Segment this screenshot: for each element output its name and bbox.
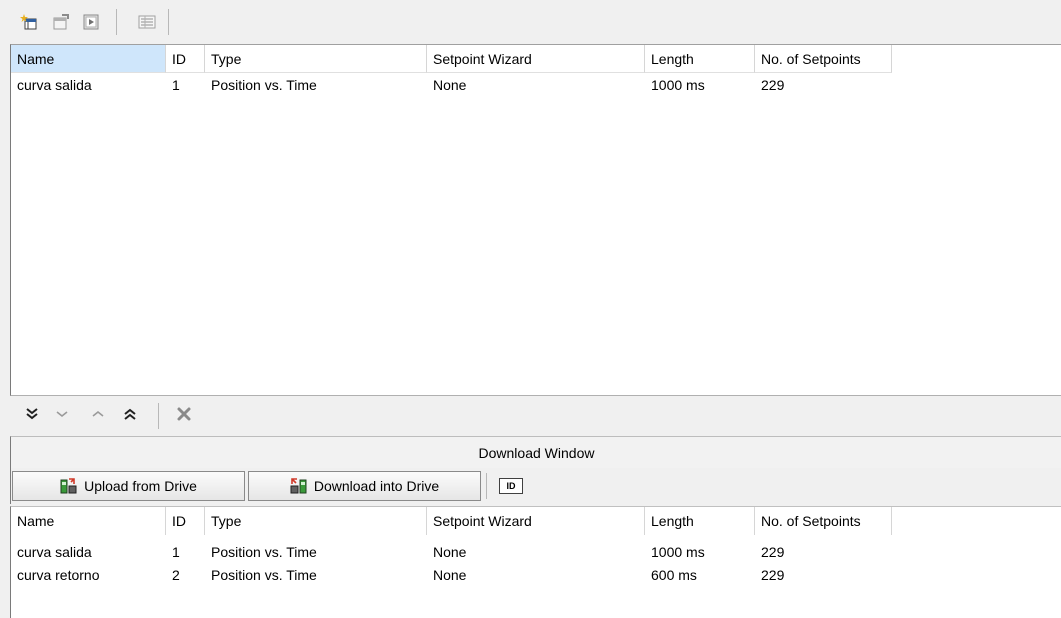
download-toolbar: Upload from Drive Download into Drive ID <box>10 468 1061 504</box>
table-header: Name ID Type Setpoint Wizard Length No. … <box>11 507 1061 535</box>
column-header-setpoints[interactable]: No. of Setpoints <box>755 507 892 535</box>
column-header-length[interactable]: Length <box>645 507 755 535</box>
download-icon <box>290 477 308 495</box>
properties-icon[interactable] <box>136 11 158 33</box>
move-to-bottom-icon[interactable] <box>20 402 44 426</box>
download-button-label: Download into Drive <box>313 478 440 494</box>
cell-setpoint-wizard: None <box>433 544 467 560</box>
cell-setpoints: 229 <box>761 567 785 583</box>
toolbar-separator <box>486 473 487 499</box>
toolbar-separator <box>158 403 159 429</box>
column-header-type[interactable]: Type <box>205 507 427 535</box>
upload-icon <box>60 477 78 495</box>
toolbar-separator <box>116 9 117 35</box>
cell-setpoints: 229 <box>761 77 785 93</box>
cell-id: 1 <box>172 544 180 560</box>
download-window-title: Download Window <box>10 436 1061 469</box>
cell-type: Position vs. Time <box>211 77 317 93</box>
export-icon[interactable] <box>80 11 102 33</box>
download-table: Name ID Type Setpoint Wizard Length No. … <box>10 506 1061 618</box>
move-up-icon[interactable] <box>86 402 110 426</box>
column-header-name[interactable]: Name <box>11 45 166 73</box>
table-header: Name ID Type Setpoint Wizard Length No. … <box>11 45 1061 73</box>
column-header-id[interactable]: ID <box>166 45 205 73</box>
cell-setpoint-wizard: None <box>433 77 467 93</box>
cell-length: 600 ms <box>651 567 697 583</box>
column-header-setpoints[interactable]: No. of Setpoints <box>755 45 892 73</box>
delete-icon[interactable] <box>172 402 196 426</box>
cell-name: curva retorno <box>17 567 100 583</box>
move-to-top-icon[interactable] <box>118 402 142 426</box>
cell-id: 1 <box>172 77 180 93</box>
download-into-drive-button[interactable]: Download into Drive <box>248 471 481 501</box>
upload-button-label: Upload from Drive <box>84 478 197 494</box>
column-header-name[interactable]: Name <box>11 507 166 535</box>
table-row[interactable]: curva salida 1 Position vs. Time None 10… <box>11 74 1061 96</box>
move-down-icon[interactable] <box>50 402 74 426</box>
upload-from-drive-button[interactable]: Upload from Drive <box>12 471 245 501</box>
cell-name: curva salida <box>17 77 92 93</box>
column-header-setpoint-wizard[interactable]: Setpoint Wizard <box>427 45 645 73</box>
cell-length: 1000 ms <box>651 77 705 93</box>
cell-name: curva salida <box>17 544 92 560</box>
top-toolbar <box>0 0 1061 44</box>
reorder-toolbar <box>0 396 1061 434</box>
cell-setpoint-wizard: None <box>433 567 467 583</box>
table-row[interactable]: curva retorno 2 Position vs. Time None 6… <box>11 564 1061 586</box>
column-header-setpoint-wizard[interactable]: Setpoint Wizard <box>427 507 645 535</box>
new-table-icon[interactable] <box>18 11 40 33</box>
cell-setpoints: 229 <box>761 544 785 560</box>
column-header-id[interactable]: ID <box>166 507 205 535</box>
cell-length: 1000 ms <box>651 544 705 560</box>
cell-type: Position vs. Time <box>211 567 317 583</box>
profiles-table: Name ID Type Setpoint Wizard Length No. … <box>10 44 1061 396</box>
column-header-type[interactable]: Type <box>205 45 427 73</box>
cell-id: 2 <box>172 567 180 583</box>
edit-table-icon[interactable] <box>50 11 72 33</box>
toolbar-separator <box>168 9 169 35</box>
show-id-button[interactable]: ID <box>499 478 523 494</box>
cell-type: Position vs. Time <box>211 544 317 560</box>
table-row[interactable]: curva salida 1 Position vs. Time None 10… <box>11 541 1061 563</box>
column-header-length[interactable]: Length <box>645 45 755 73</box>
